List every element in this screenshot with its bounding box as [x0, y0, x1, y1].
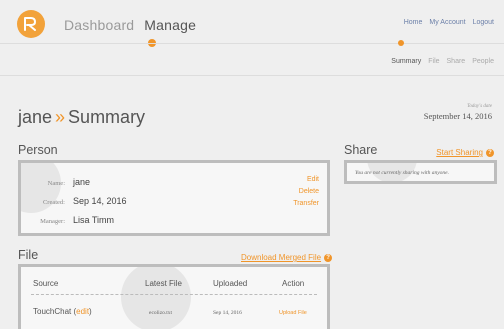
active-subnav-indicator: [398, 40, 404, 46]
today-date-value: September 14, 2016: [423, 111, 492, 121]
share-status-message: You are not currently sharing with anyon…: [355, 170, 449, 176]
today-date-label: Today's date: [467, 104, 492, 109]
tab-summary[interactable]: Summary: [391, 58, 421, 65]
tab-share[interactable]: Share: [447, 58, 466, 65]
help-icon[interactable]: ?: [486, 148, 494, 157]
delete-link[interactable]: Delete: [293, 186, 319, 198]
latest-file-cell: ecolizo.txt: [149, 310, 173, 316]
person-section-title: Person: [18, 143, 58, 157]
edit-link[interactable]: Edit: [293, 174, 319, 186]
tab-file[interactable]: File: [428, 58, 439, 65]
share-section-title: Share: [344, 143, 378, 157]
field-value: Sep 14, 2016: [73, 196, 127, 206]
subnav-divider: [0, 75, 504, 76]
breadcrumb-separator: »: [55, 107, 66, 127]
logo-icon[interactable]: [17, 10, 45, 38]
tab-people[interactable]: People: [472, 58, 494, 65]
field-value: Lisa Timm: [73, 215, 115, 225]
nav-dashboard[interactable]: Dashboard: [64, 17, 134, 33]
uploaded-cell: Sep 14, 2016: [213, 310, 242, 316]
page-title-user: jane: [18, 107, 53, 127]
source-edit-link[interactable]: edit: [76, 307, 89, 316]
sub-nav: Summary File Share People: [391, 58, 494, 65]
field-label: Created:: [42, 199, 65, 206]
field-name: Name: jane: [21, 177, 90, 187]
download-merged-file-link[interactable]: Download Merged File ?: [241, 253, 333, 262]
column-header-action: Action: [282, 279, 305, 288]
file-panel: Source Latest File Uploaded Action Touch…: [18, 264, 330, 329]
help-icon[interactable]: ?: [324, 253, 333, 262]
logo-glyph: [24, 17, 37, 31]
field-created: Created: Sep 14, 2016: [21, 196, 127, 206]
field-manager: Manager: Lisa Timm: [21, 215, 114, 225]
share-panel: You are not currently sharing with anyon…: [344, 160, 497, 184]
today-date: Today's date September 14, 2016: [424, 104, 492, 121]
upload-file-link[interactable]: Upload File: [279, 310, 307, 316]
start-sharing-link[interactable]: Start Sharing ?: [436, 148, 494, 157]
table-header-divider: [31, 294, 317, 295]
utility-nav: Home My Account Logout: [404, 19, 494, 26]
page-title-section: Summary: [68, 107, 146, 127]
field-value: jane: [73, 177, 91, 187]
page-title: jane» Summary: [18, 107, 145, 128]
column-header-source: Source: [33, 279, 59, 288]
nav-manage[interactable]: Manage: [144, 17, 196, 33]
field-label: Manager:: [40, 218, 65, 225]
file-section-title: File: [18, 248, 39, 262]
transfer-link[interactable]: Transfer: [293, 198, 319, 210]
column-header-latest-file: Latest File: [145, 279, 182, 288]
nav-my-account-link[interactable]: My Account: [429, 19, 465, 26]
source-cell: TouchChat (edit): [33, 307, 92, 316]
person-panel: Name: jane Created: Sep 14, 2016 Manager…: [18, 160, 330, 236]
nav-home-link[interactable]: Home: [404, 19, 423, 26]
column-header-uploaded: Uploaded: [213, 279, 248, 288]
panel-watermark: [121, 267, 191, 329]
start-sharing-label: Start Sharing: [436, 148, 483, 157]
field-label: Name:: [47, 180, 65, 187]
person-actions: Edit Delete Transfer: [293, 174, 319, 210]
nav-logout-link[interactable]: Logout: [473, 19, 494, 26]
source-name: TouchChat: [33, 307, 72, 316]
download-merged-file-label: Download Merged File: [241, 253, 322, 262]
main-nav: Dashboard Manage: [64, 17, 196, 33]
nav-divider: [0, 43, 504, 44]
